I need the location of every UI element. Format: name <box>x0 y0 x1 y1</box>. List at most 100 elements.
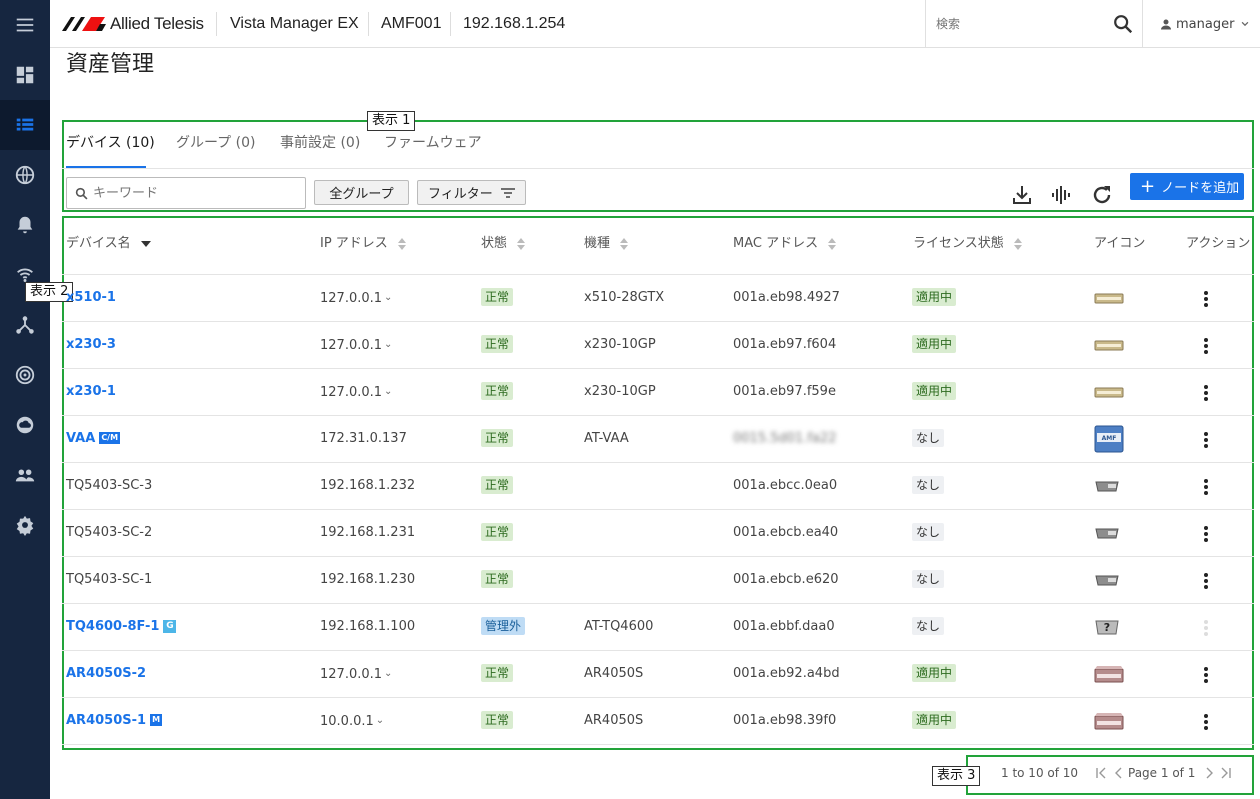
table-row[interactable]: VAA C/M 172.31.0.137 正常 AT-VAA 0015.5d01.fa22… <box>62 415 1254 462</box>
tabs-divider <box>62 168 1254 169</box>
device-name[interactable]: x230-3 <box>66 337 116 352</box>
signal-scan-icon[interactable] <box>1050 183 1074 207</box>
more-actions-icon[interactable] <box>1204 479 1208 495</box>
col-header-name[interactable]: デバイス名 <box>66 232 151 256</box>
ip-cell[interactable]: 127.0.0.1 ⌄ <box>320 275 392 321</box>
more-actions-icon[interactable] <box>1204 714 1208 730</box>
chevron-down-icon[interactable]: ⌄ <box>376 715 384 726</box>
ip-address: 127.0.0.1 <box>320 667 383 682</box>
brand-name: Allied Telesis <box>110 14 204 33</box>
tab-devices[interactable]: デバイス (10) <box>66 122 155 168</box>
user-name: manager <box>1176 16 1235 32</box>
next-page-icon[interactable] <box>1203 767 1215 779</box>
col-header-status[interactable]: 状態 <box>481 232 526 256</box>
more-actions-icon[interactable] <box>1204 667 1208 683</box>
last-page-icon[interactable] <box>1220 767 1232 779</box>
more-actions-icon[interactable] <box>1204 338 1208 354</box>
alarm-icon[interactable] <box>0 200 50 250</box>
device-name[interactable]: AR4050S-1 <box>66 713 146 728</box>
menu-icon[interactable] <box>0 0 50 50</box>
status-cell: 正常 <box>481 275 514 321</box>
add-node-button[interactable]: + ノードを追加 <box>1130 173 1244 200</box>
device-name[interactable]: AR4050S-2 <box>66 666 146 681</box>
device-name-cell[interactable]: x230-1 <box>66 369 116 415</box>
more-actions-icon[interactable] <box>1204 291 1208 307</box>
col-header-model[interactable]: 機種 <box>584 232 629 256</box>
device-name: TQ5403-SC-2 <box>66 525 153 540</box>
table-row[interactable]: x230-3 127.0.0.1 ⌄ 正常 x230-10GP 001a.eb97.f60… <box>62 321 1254 368</box>
filter-button[interactable]: フィルター <box>417 180 526 205</box>
table-row[interactable]: AR4050S-2 127.0.0.1 ⌄ 正常 AR4050S 001a.eb92.a4… <box>62 650 1254 697</box>
plus-icon: + <box>1140 175 1156 197</box>
tab-firmware[interactable]: ファームウェア <box>384 122 482 168</box>
keyword-search <box>66 177 306 209</box>
device-role-tag: G <box>163 620 177 633</box>
search-icon[interactable] <box>1112 13 1134 35</box>
device-name-cell[interactable]: AR4050S-1 M <box>66 698 163 744</box>
chevron-down-icon[interactable]: ⌄ <box>384 292 392 303</box>
cloud-icon[interactable] <box>0 400 50 450</box>
all-groups-button[interactable]: 全グループ <box>314 180 409 205</box>
globe-icon[interactable] <box>0 150 50 200</box>
table-row[interactable]: TQ5403-SC-2 192.168.1.231 正常 001a.ebcb.ea40… <box>62 509 1254 556</box>
dashboard-icon[interactable] <box>0 50 50 100</box>
device-name-cell[interactable]: TQ4600-8F-1 G <box>66 604 177 650</box>
col-ip-label: IP アドレス <box>320 236 388 251</box>
device-name-cell[interactable]: x510-1 <box>66 275 116 321</box>
table-row[interactable]: x230-1 127.0.0.1 ⌄ 正常 x230-10GP 001a.eb97.f59… <box>62 368 1254 415</box>
refresh-icon[interactable] <box>1090 183 1114 207</box>
more-actions-icon[interactable] <box>1204 432 1208 448</box>
ip-cell[interactable]: 127.0.0.1 ⌄ <box>320 322 392 368</box>
status-badge: 正常 <box>481 476 514 494</box>
table-row[interactable]: TQ5403-SC-3 192.168.1.232 正常 001a.ebcc.0ea0… <box>62 462 1254 509</box>
device-name-cell[interactable]: VAA C/M <box>66 416 121 462</box>
device-name[interactable]: VAA <box>66 431 95 446</box>
license-badge: 適用中 <box>912 382 957 400</box>
status-cell: 正常 <box>481 510 514 556</box>
table-row[interactable]: TQ4600-8F-1 G 192.168.1.100 管理外 AT-TQ4600 001… <box>62 603 1254 650</box>
col-header-ip[interactable]: IP アドレス <box>320 232 406 256</box>
users-icon[interactable] <box>0 450 50 500</box>
keyword-input[interactable] <box>93 183 293 203</box>
col-header-license[interactable]: ライセンス状態 <box>913 232 1022 256</box>
global-search-input[interactable] <box>936 12 1106 36</box>
chevron-down-icon[interactable]: ⌄ <box>384 339 392 350</box>
table-row[interactable]: TQ5403-SC-1 192.168.1.230 正常 001a.ebcb.e620… <box>62 556 1254 603</box>
tab-provisioning[interactable]: 事前設定 (0) <box>280 122 360 168</box>
sort-desc-icon <box>140 241 151 247</box>
device-name-cell[interactable]: AR4050S-2 <box>66 651 146 697</box>
more-actions-icon[interactable] <box>1204 385 1208 401</box>
ip-cell: 192.168.1.231 <box>320 510 415 556</box>
sort-icon <box>397 238 406 250</box>
more-actions-icon[interactable] <box>1204 526 1208 542</box>
user-menu[interactable]: manager <box>1160 0 1250 48</box>
settings-gear-icon[interactable] <box>0 500 50 550</box>
device-name[interactable]: x230-1 <box>66 384 116 399</box>
device-name-cell[interactable]: x230-3 <box>66 322 116 368</box>
tab-groups[interactable]: グループ (0) <box>176 122 255 168</box>
area-name[interactable]: AMF001 <box>381 0 441 48</box>
status-badge: 正常 <box>481 429 514 447</box>
chevron-down-icon[interactable]: ⌄ <box>384 668 392 679</box>
topology-icon[interactable] <box>0 300 50 350</box>
more-actions-icon[interactable] <box>1204 573 1208 589</box>
asset-list-icon[interactable] <box>0 100 50 150</box>
col-header-mac[interactable]: MAC アドレス <box>733 232 837 256</box>
radar-icon[interactable] <box>0 350 50 400</box>
device-name-cell: TQ5403-SC-1 <box>66 557 152 603</box>
chevron-down-icon[interactable]: ⌄ <box>384 386 392 397</box>
ip-cell[interactable]: 127.0.0.1 ⌄ <box>320 369 392 415</box>
first-page-icon[interactable] <box>1095 767 1107 779</box>
prev-page-icon[interactable] <box>1113 767 1125 779</box>
sidebar <box>0 0 50 799</box>
table-row[interactable]: AR4050S-1 M 10.0.0.1 ⌄ 正常 AR4050S 001a.eb98.39… <box>62 697 1254 744</box>
brand-logo: Allied Telesis <box>62 14 204 34</box>
table-row[interactable]: x510-1 127.0.0.1 ⌄ 正常 x510-28GTX 001a.eb98.49… <box>62 274 1254 321</box>
device-name[interactable]: x510-1 <box>66 290 116 305</box>
chevron-down-icon <box>1242 21 1249 27</box>
access-point-icon <box>1094 510 1120 556</box>
download-icon[interactable] <box>1010 183 1034 207</box>
device-name[interactable]: TQ4600-8F-1 <box>66 619 159 634</box>
ip-cell[interactable]: 127.0.0.1 ⌄ <box>320 651 392 697</box>
ip-cell[interactable]: 10.0.0.1 ⌄ <box>320 698 384 744</box>
